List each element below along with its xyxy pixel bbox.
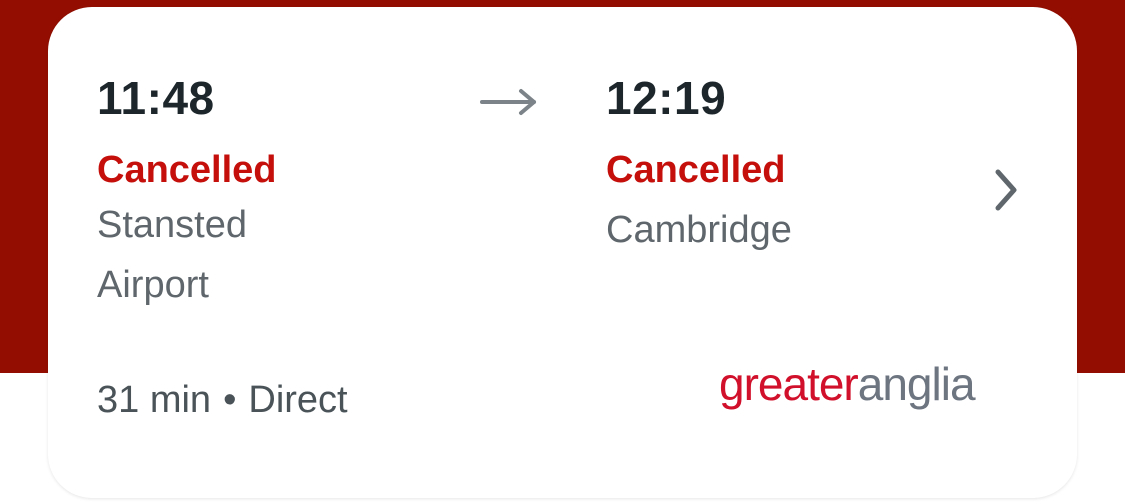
departure-station-line1: Stansted [97, 204, 247, 246]
journey-duration: 31 min [97, 379, 212, 421]
journey-card[interactable]: 11:48 Cancelled Stansted Airport 12:19 C… [48, 7, 1077, 498]
arrival-station: Cambridge [606, 209, 792, 251]
operator-logo-part2: anglia [857, 358, 976, 410]
operator-logo-part1: greater [719, 358, 859, 410]
arrow-right-icon [480, 89, 536, 115]
journey-type: Direct [248, 379, 348, 421]
departure-status: Cancelled [97, 149, 277, 191]
journey-separator: • [223, 379, 237, 421]
journey-summary: 31 min • Direct [97, 381, 348, 419]
departure-time: 11:48 [97, 72, 215, 124]
arrival-status: Cancelled [606, 149, 786, 191]
chevron-right-icon[interactable] [988, 165, 1024, 215]
arrival-time: 12:19 [606, 72, 727, 124]
operator-logo: greateranglia [719, 358, 976, 410]
departure-station-line2: Airport [97, 264, 209, 306]
